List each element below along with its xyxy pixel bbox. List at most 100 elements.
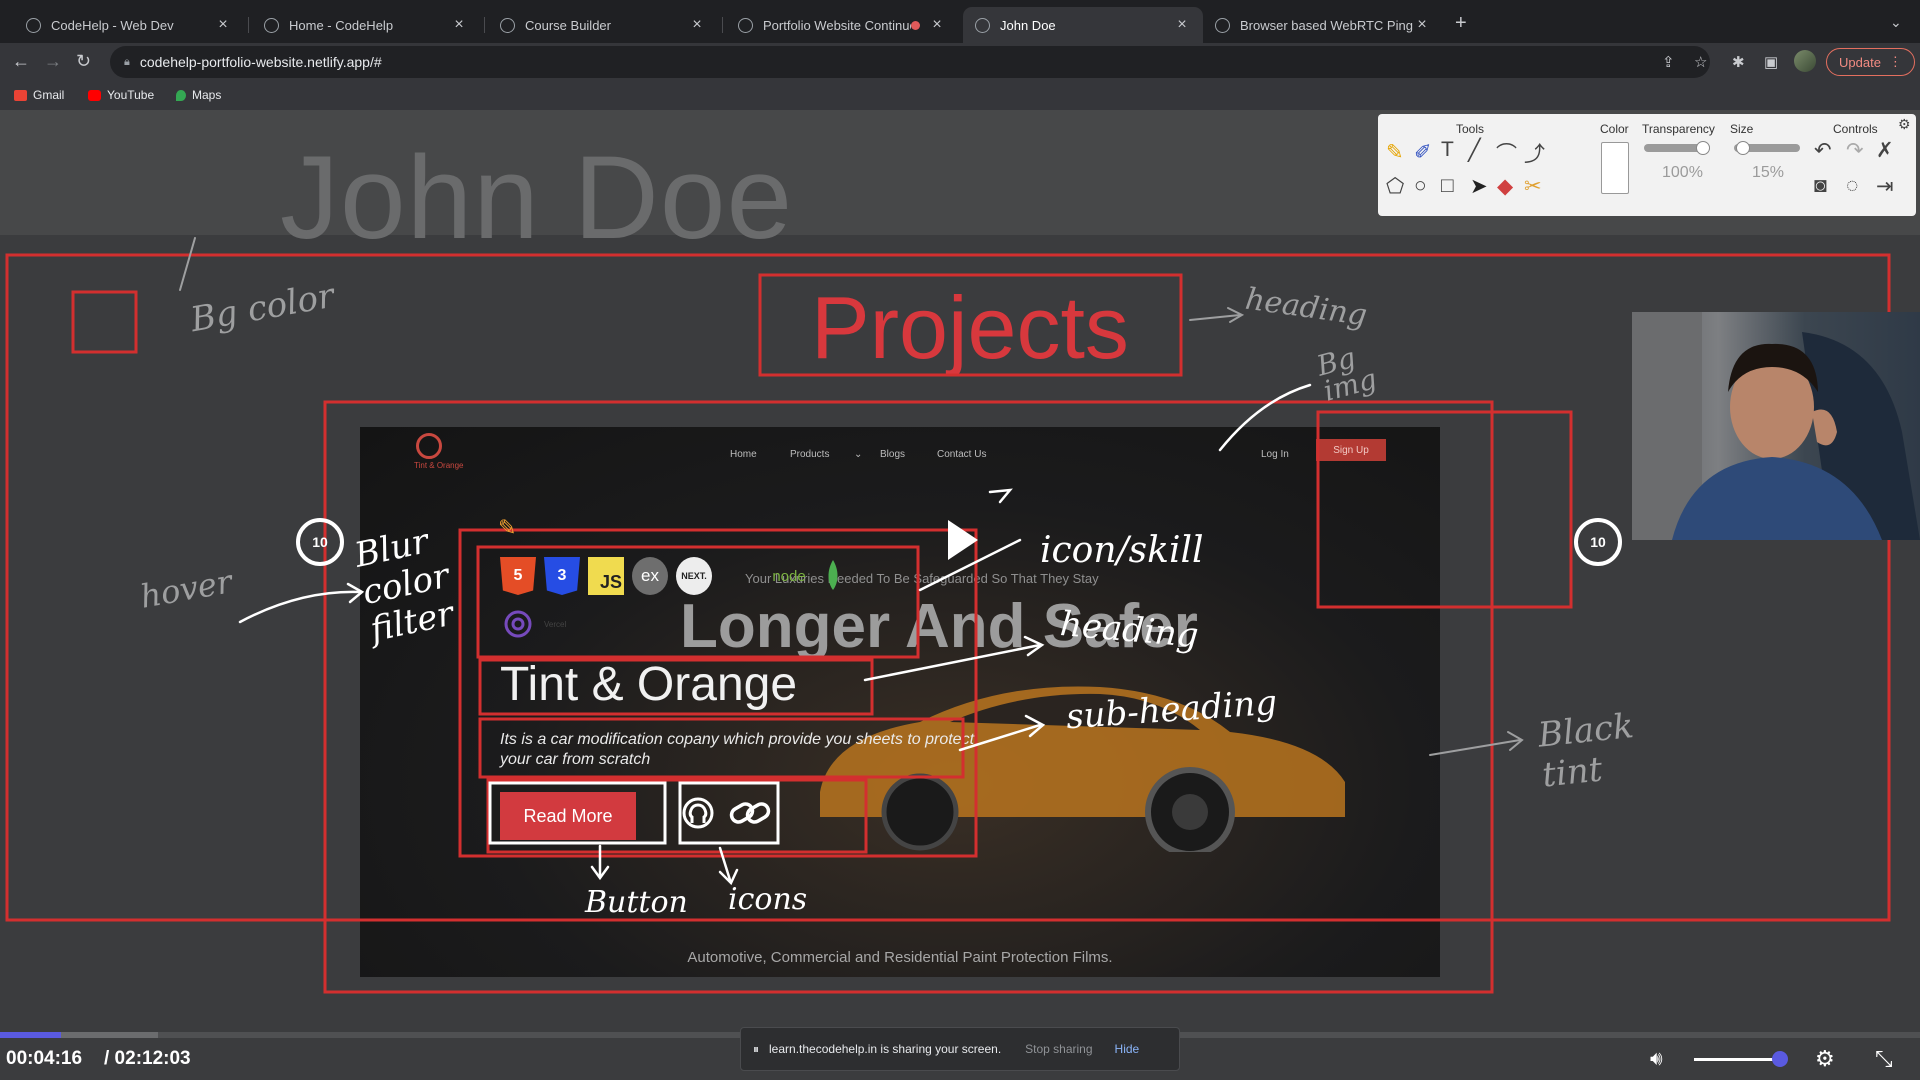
circle-tool-icon[interactable]: ○	[1414, 174, 1427, 198]
reload-icon[interactable]: ↻	[76, 51, 91, 72]
stop-sharing-button[interactable]: Stop sharing	[1025, 1042, 1092, 1056]
volume-slider[interactable]	[1694, 1058, 1780, 1061]
close-icon[interactable]: ×	[688, 16, 706, 34]
annotation-heading: heading	[1243, 281, 1370, 334]
tab-search-chevron-icon[interactable]: ⌄	[1890, 14, 1902, 31]
bookmark-maps[interactable]: Maps	[176, 88, 221, 102]
annotation-icons: icons	[728, 882, 808, 917]
tab-home-codehelp[interactable]: Home - CodeHelp ×	[252, 7, 480, 43]
annotation-bg-img: Bg img	[1313, 340, 1381, 408]
more-menu-icon: ⋮	[1888, 54, 1902, 69]
preview-navbar: Tint & Orange Home Products ⌄ Blogs Cont…	[360, 427, 1440, 482]
close-icon[interactable]: ×	[1173, 16, 1191, 34]
connector-tool-icon[interactable]: ⤴	[1524, 138, 1545, 168]
tailwind-icon	[720, 557, 756, 595]
exit-fullscreen-icon[interactable]: ⤡	[1875, 1046, 1893, 1072]
annotation-black-tint: Black tint	[1536, 705, 1636, 796]
transparency-slider[interactable]	[1644, 141, 1710, 155]
play-button[interactable]	[948, 520, 978, 560]
preview-nav-products: Products	[790, 449, 830, 460]
github-icon[interactable]	[682, 797, 714, 829]
curve-tool-icon[interactable]: ⌒	[1496, 138, 1517, 168]
pencil-tool-icon[interactable]: ✎	[1386, 140, 1404, 165]
back-icon[interactable]: ←	[12, 51, 30, 72]
color-swatch[interactable]	[1601, 142, 1629, 194]
bookmark-gmail[interactable]: Gmail	[14, 88, 64, 102]
presenter-image	[1632, 312, 1920, 540]
skip-forward-button[interactable]: 10	[1574, 518, 1622, 566]
rectangle-tool-icon[interactable]: □	[1441, 174, 1454, 198]
exit-icon[interactable]: ⇥	[1876, 174, 1894, 199]
codehelp-icon	[26, 17, 41, 33]
link-icon[interactable]	[728, 797, 772, 829]
vercel-label: Vercel	[544, 619, 567, 629]
html5-icon: 5	[500, 557, 536, 595]
skip-back-label: 10	[312, 534, 328, 550]
new-tab-button[interactable]: +	[1455, 12, 1467, 35]
address-bar[interactable]: 🔒︎ codehelp-portfolio-website.netlify.ap…	[110, 46, 1710, 78]
volume-knob[interactable]	[1772, 1051, 1788, 1067]
bookmarks-bar: Gmail YouTube Maps	[0, 81, 1920, 110]
bookmark-star-icon[interactable]: ☆	[1694, 53, 1707, 71]
skill-icons-row2: Vercel	[500, 605, 566, 643]
undo-icon[interactable]: ↶	[1814, 138, 1832, 163]
tab-portfolio-website[interactable]: Portfolio Website Continue ×	[726, 7, 958, 43]
line-tool-icon[interactable]: ╱	[1468, 138, 1481, 163]
tab-label: Browser based WebRTC Ping T	[1240, 17, 1413, 33]
text-tool-icon[interactable]: T	[1441, 138, 1454, 162]
profile-avatar[interactable]	[1794, 50, 1816, 72]
update-button[interactable]: Update ⋮	[1826, 48, 1915, 76]
read-more-button[interactable]: Read More	[500, 792, 636, 840]
hide-button[interactable]: Hide	[1115, 1042, 1140, 1056]
video-player[interactable]: John Doe Projects Tint & Orange Home Pro…	[0, 110, 1920, 1080]
share-icon[interactable]: ⇪	[1662, 53, 1675, 71]
close-icon[interactable]: ×	[214, 16, 232, 34]
skip-back-button[interactable]: 10	[296, 518, 344, 566]
volume-icon[interactable]: 🔊︎	[1650, 1048, 1663, 1071]
tab-john-doe[interactable]: John Doe ×	[963, 7, 1203, 43]
settings-gear-icon[interactable]: ⚙	[1898, 116, 1911, 133]
project-link-icons	[682, 797, 772, 829]
tab-webrtc-ping[interactable]: Browser based WebRTC Ping T ×	[1203, 7, 1443, 43]
lock-icon: 🔒︎	[124, 55, 130, 68]
tab-label: John Doe	[1000, 17, 1056, 33]
close-icon[interactable]: ×	[928, 16, 946, 34]
settings-icon[interactable]: ⚙	[1815, 1046, 1835, 1072]
project-card: Tint & Orange Home Products ⌄ Blogs Cont…	[360, 427, 1440, 977]
pointer-tool-icon[interactable]: ➤	[1470, 174, 1488, 199]
skip-forward-label: 10	[1590, 534, 1606, 550]
annotation-hover: hover	[137, 562, 235, 616]
clear-icon[interactable]: ✗	[1876, 138, 1894, 163]
annotation-blur-filter: Blur color filter	[351, 521, 458, 651]
drawing-tools-panel: Tools Color Transparency Size Controls ⚙…	[1378, 114, 1916, 216]
side-panel-icon[interactable]: ▣	[1764, 53, 1778, 71]
express-icon: ex	[632, 557, 668, 595]
preview-nav-home: Home	[730, 449, 757, 460]
projects-heading: Projects	[811, 278, 1129, 377]
marker-tool-icon[interactable]: ✐	[1414, 140, 1432, 165]
close-icon[interactable]: ×	[450, 16, 468, 34]
eraser-tool-icon[interactable]: ◆	[1497, 174, 1513, 199]
forward-icon[interactable]: →	[44, 51, 62, 72]
transparency-label: Transparency	[1642, 122, 1715, 136]
size-knob[interactable]	[1736, 141, 1750, 155]
polygon-tool-icon[interactable]: ⬠	[1386, 174, 1404, 199]
size-label: Size	[1730, 122, 1754, 136]
transparency-value: 100%	[1662, 164, 1703, 181]
tab-codehelp-web-dev[interactable]: CodeHelp - Web Dev ×	[14, 7, 244, 43]
camera-icon[interactable]: ◙	[1814, 174, 1827, 198]
redo-icon[interactable]: ↷	[1846, 138, 1864, 163]
annotation-bg-color: Bg color	[187, 275, 338, 341]
tab-divider	[484, 17, 485, 33]
transparency-knob[interactable]	[1696, 141, 1710, 155]
fill-tool-icon[interactable]: ✂	[1524, 174, 1542, 199]
tab-strip: CodeHelp - Web Dev × Home - CodeHelp × C…	[0, 0, 1920, 46]
extensions-icon[interactable]: ✱	[1732, 53, 1745, 71]
close-icon[interactable]: ×	[1413, 16, 1431, 34]
bookmark-youtube[interactable]: YouTube	[88, 88, 154, 102]
hide-drawing-icon[interactable]: ◌	[1846, 174, 1858, 198]
tab-course-builder[interactable]: Course Builder ×	[488, 7, 718, 43]
bookmark-label: Maps	[192, 88, 222, 102]
maps-icon	[176, 89, 186, 101]
size-slider[interactable]	[1734, 141, 1800, 155]
